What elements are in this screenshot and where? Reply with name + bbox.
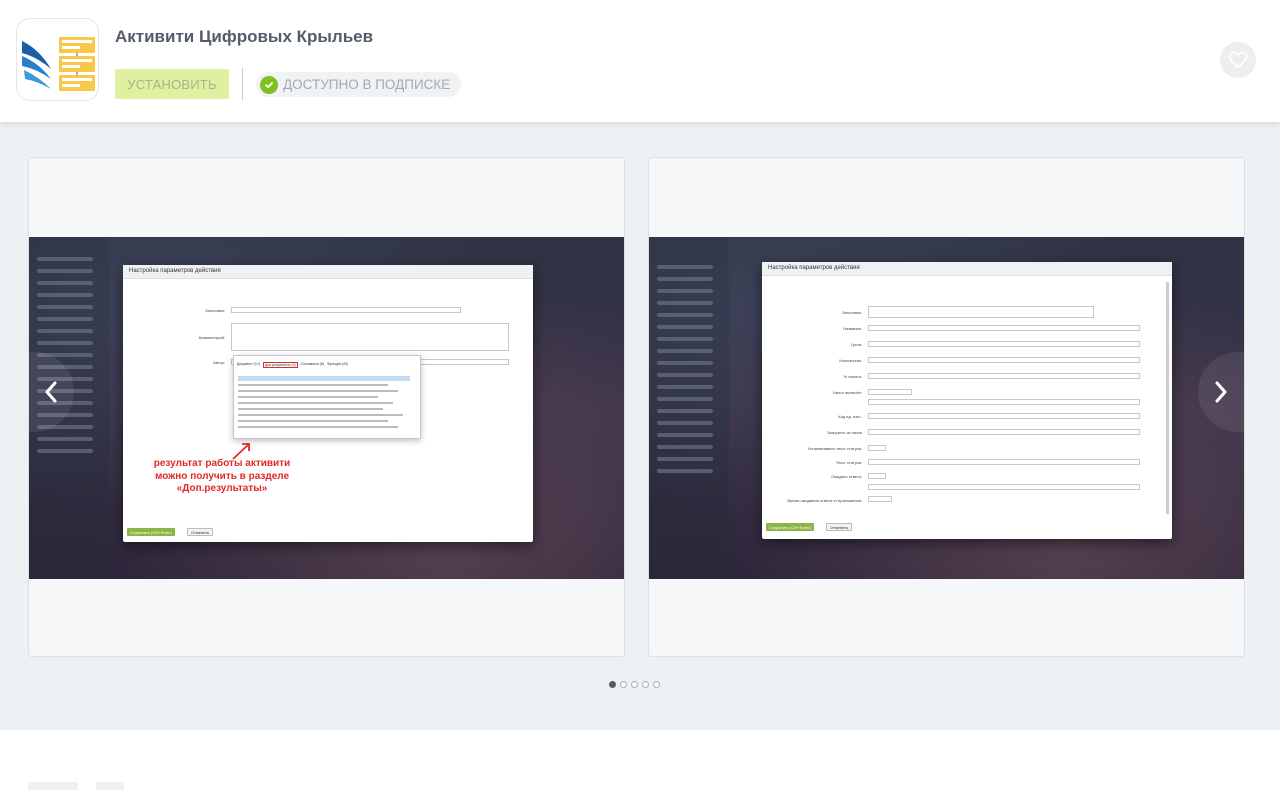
save-button[interactable]: Сохранить (Ctrl+Enter)	[127, 528, 175, 536]
save-button[interactable]: Сохранить (Ctrl+Enter)	[766, 523, 814, 531]
favorite-button[interactable]	[1220, 42, 1256, 78]
screenshot-sidebar	[649, 237, 729, 579]
slide-dot-4[interactable]	[642, 681, 649, 688]
slide-dot-3[interactable]	[631, 681, 638, 688]
check-circle-icon	[260, 75, 278, 94]
divider	[242, 68, 243, 100]
subscription-badge: ДОСТУПНО В ПОДПИСКЕ	[256, 72, 462, 97]
subscription-label: ДОСТУПНО В ПОДПИСКЕ	[283, 77, 451, 92]
slide-dot-1[interactable]	[609, 681, 616, 688]
heart-icon	[1228, 51, 1248, 69]
dialog-title: Настройка параметров действия	[762, 262, 1172, 276]
chevron-left-icon	[45, 381, 57, 403]
extra-results-tab[interactable]: Доп.результаты (9)	[262, 362, 298, 368]
chevron-right-icon	[1215, 381, 1227, 403]
slide-dot-5[interactable]	[653, 681, 660, 688]
tab-placeholder[interactable]	[96, 782, 124, 790]
slide-dot-2[interactable]	[620, 681, 627, 688]
annotation-text: результат работы активити можно получить…	[153, 458, 291, 494]
install-button[interactable]: УСТАНОВИТЬ	[115, 69, 229, 99]
screenshot-card-2[interactable]: Настройка параметров действия Заголовок:…	[648, 157, 1245, 657]
dialog-title: Настройка параметров действия	[123, 265, 533, 279]
settings-dialog: Настройка параметров действия Заголовок:…	[123, 265, 533, 542]
wings-logo-icon	[16, 18, 99, 101]
bottom-tabs	[28, 782, 124, 790]
tab-placeholder[interactable]	[28, 782, 78, 790]
variables-popup: Документ (Ст) Доп.результаты (9) Составн…	[233, 355, 421, 439]
cancel-button[interactable]: Отменить	[187, 528, 214, 536]
screenshot-image-2: Настройка параметров действия Заголовок:…	[649, 237, 1244, 579]
screenshot-image-1: Настройка параметров действия Заголовок:…	[29, 237, 624, 579]
screenshot-card-1[interactable]: Настройка параметров действия Заголовок:…	[28, 157, 625, 657]
screenshot-gallery: Настройка параметров действия Заголовок:…	[0, 122, 1280, 730]
app-title: Активити Цифровых Крыльев	[115, 27, 374, 46]
app-header: Активити Цифровых Крыльев УСТАНОВИТЬ ДОС…	[0, 0, 1280, 122]
cancel-button[interactable]: Отменить	[826, 523, 853, 531]
settings-dialog: Настройка параметров действия Заголовок:…	[762, 262, 1172, 539]
slide-indicator	[609, 681, 660, 688]
